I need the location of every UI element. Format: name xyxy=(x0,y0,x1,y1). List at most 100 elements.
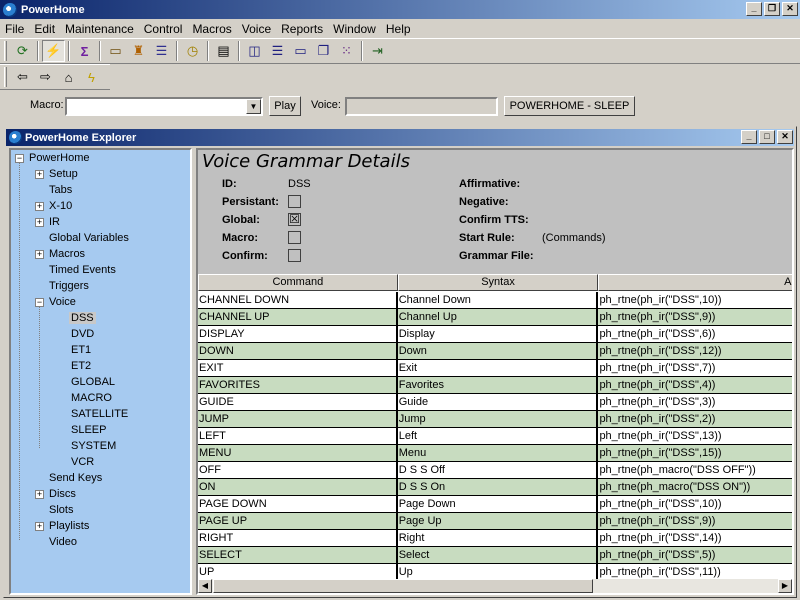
header-syntax[interactable]: Syntax xyxy=(397,274,599,291)
tree-item-playlists[interactable]: + Playlists xyxy=(35,518,89,534)
tree-item-et2[interactable]: ET2 xyxy=(71,358,91,374)
window-icon[interactable]: ▭ xyxy=(289,40,312,62)
tree-item-discs[interactable]: + Discs xyxy=(35,486,76,502)
macro-combo[interactable]: ▼ xyxy=(65,97,263,116)
menu-control[interactable]: Control xyxy=(139,22,188,36)
tree-item-triggers[interactable]: Triggers xyxy=(35,278,89,294)
table-row[interactable]: CHANNEL UP Channel Up ph_rtne(ph_ir("DSS",… xyxy=(198,309,792,326)
status-button[interactable]: POWERHOME - SLEEP xyxy=(504,96,635,116)
syntax-cell[interactable]: Left xyxy=(397,428,599,444)
id-value[interactable]: DSS xyxy=(288,178,311,190)
table-row[interactable]: ON D S S On ph_rtne(ph_macro("DSS ON")) xyxy=(198,479,792,496)
action-cell[interactable]: ph_rtne(ph_ir("DSS",5)) xyxy=(598,547,792,563)
tree-item-system[interactable]: SYSTEM xyxy=(71,438,116,454)
command-cell[interactable]: PAGE DOWN xyxy=(198,496,398,512)
execute-icon[interactable]: ⚡ xyxy=(42,40,65,62)
expand-icon[interactable]: + xyxy=(35,169,44,179)
tree-item-global-variables[interactable]: Global Variables xyxy=(35,230,129,246)
powerhome-app-icon[interactable] xyxy=(3,2,17,17)
scroll-thumb[interactable] xyxy=(213,579,593,593)
collapse-icon[interactable]: − xyxy=(35,297,44,307)
clock-icon[interactable]: ◷ xyxy=(181,40,204,62)
tree-item-dss[interactable]: DSS xyxy=(69,310,96,326)
voice-field[interactable] xyxy=(345,97,498,116)
action-cell[interactable]: ph_rtne(ph_macro("DSS ON")) xyxy=(598,479,792,495)
table-row[interactable]: CHANNEL DOWN Channel Down ph_rtne(ph_ir("D… xyxy=(198,292,792,309)
table-row[interactable]: PAGE UP Page Up ph_rtne(ph_ir("DSS",9)) xyxy=(198,513,792,530)
tree-item-send-keys[interactable]: Send Keys xyxy=(35,470,102,486)
action-cell[interactable]: ph_rtne(ph_ir("DSS",4)) xyxy=(598,377,792,393)
syntax-cell[interactable]: Channel Down xyxy=(397,292,599,308)
tree-item-macros[interactable]: + Macros xyxy=(35,246,85,262)
menu-edit[interactable]: Edit xyxy=(29,22,60,36)
tree-item-vcr[interactable]: VCR xyxy=(71,454,94,470)
restore-button[interactable]: ❐ xyxy=(764,2,780,16)
explorer-maximize-button[interactable]: □ xyxy=(759,130,775,144)
tree-item-x10[interactable]: + X-10 xyxy=(35,198,72,214)
cascade-icon[interactable]: ❐ xyxy=(312,40,335,62)
toolbar-grip[interactable] xyxy=(4,67,7,87)
action-cell[interactable]: ph_rtne(ph_ir("DSS",15)) xyxy=(598,445,792,461)
command-cell[interactable]: LEFT xyxy=(198,428,398,444)
syntax-cell[interactable]: Favorites xyxy=(397,377,599,393)
menu-help[interactable]: Help xyxy=(381,22,416,36)
table-row[interactable]: GUIDE Guide ph_rtne(ph_ir("DSS",3)) xyxy=(198,394,792,411)
command-cell[interactable]: RIGHT xyxy=(198,530,398,546)
command-cell[interactable]: GUIDE xyxy=(198,394,398,410)
syntax-cell[interactable]: Up xyxy=(397,564,599,579)
tree-item-et1[interactable]: ET1 xyxy=(71,342,91,358)
horizontal-scrollbar[interactable]: ◀ ▶ xyxy=(198,579,792,593)
menu-voice[interactable]: Voice xyxy=(237,22,276,36)
explorer-tree[interactable]: − PowerHome + Setup Tabs + X-10 + IR Glo… xyxy=(9,148,192,595)
table-row[interactable]: DISPLAY Display ph_rtne(ph_ir("DSS",6)) xyxy=(198,326,792,343)
tree-item-sleep[interactable]: SLEEP xyxy=(71,422,106,438)
play-button[interactable]: Play xyxy=(269,96,301,116)
expand-icon[interactable]: + xyxy=(35,201,44,211)
scroll-left-icon[interactable]: ◀ xyxy=(198,579,212,593)
command-cell[interactable]: ON xyxy=(198,479,398,495)
table-row[interactable]: LEFT Left ph_rtne(ph_ir("DSS",13)) xyxy=(198,428,792,445)
menu-maintenance[interactable]: Maintenance xyxy=(60,22,139,36)
tile-horizontal-icon[interactable]: ☰ xyxy=(266,40,289,62)
command-cell[interactable]: MENU xyxy=(198,445,398,461)
command-cell[interactable]: DOWN xyxy=(198,343,398,359)
persistant-checkbox[interactable] xyxy=(288,195,301,208)
back-arrow-icon[interactable]: ⇦ xyxy=(11,66,34,88)
arrange-icon[interactable]: ⁙ xyxy=(335,40,358,62)
syntax-cell[interactable]: D S S Off xyxy=(397,462,599,478)
syntax-cell[interactable]: Channel Up xyxy=(397,309,599,325)
explorer-minimize-button[interactable]: _ xyxy=(741,130,757,144)
syntax-cell[interactable]: Exit xyxy=(397,360,599,376)
action-cell[interactable]: ph_rtne(ph_ir("DSS",6)) xyxy=(598,326,792,342)
action-cell[interactable]: ph_rtne(ph_ir("DSS",3)) xyxy=(598,394,792,410)
explorer-app-icon[interactable] xyxy=(9,131,22,144)
action-cell[interactable]: ph_rtne(ph_ir("DSS",2)) xyxy=(598,411,792,427)
tree-item-video[interactable]: Video xyxy=(35,534,77,550)
chevron-down-icon[interactable]: ▼ xyxy=(246,99,261,114)
collapse-icon[interactable]: − xyxy=(15,153,24,163)
command-cell[interactable]: UP xyxy=(198,564,398,579)
table-row[interactable]: EXIT Exit ph_rtne(ph_ir("DSS",7)) xyxy=(198,360,792,377)
syntax-cell[interactable]: D S S On xyxy=(397,479,599,495)
command-cell[interactable]: JUMP xyxy=(198,411,398,427)
tree-item-satellite[interactable]: SATELLITE xyxy=(71,406,128,422)
expand-icon[interactable]: + xyxy=(35,521,44,531)
table-row[interactable]: DOWN Down ph_rtne(ph_ir("DSS",12)) xyxy=(198,343,792,360)
action-cell[interactable]: ph_rtne(ph_ir("DSS",13)) xyxy=(598,428,792,444)
action-cell[interactable]: ph_rtne(ph_macro("DSS OFF")) xyxy=(598,462,792,478)
toolbar-grip[interactable] xyxy=(4,41,7,61)
action-cell[interactable]: ph_rtne(ph_ir("DSS",10)) xyxy=(598,292,792,308)
table-row[interactable]: MENU Menu ph_rtne(ph_ir("DSS",15)) xyxy=(198,445,792,462)
confirm-checkbox[interactable] xyxy=(288,249,301,262)
explorer-close-button[interactable]: ✕ xyxy=(777,130,793,144)
header-action[interactable]: Ac xyxy=(598,274,792,291)
action-cell[interactable]: ph_rtne(ph_ir("DSS",9)) xyxy=(598,309,792,325)
syntax-cell[interactable]: Jump xyxy=(397,411,599,427)
syntax-cell[interactable]: Page Up xyxy=(397,513,599,529)
table-row[interactable]: FAVORITES Favorites ph_rtne(ph_ir("DSS",4)… xyxy=(198,377,792,394)
people-icon[interactable]: ♜ xyxy=(127,40,150,62)
action-cell[interactable]: ph_rtne(ph_ir("DSS",12)) xyxy=(598,343,792,359)
tile-vertical-icon[interactable]: ◫ xyxy=(243,40,266,62)
tree-item-voice[interactable]: − Voice xyxy=(35,294,76,310)
syntax-cell[interactable]: Guide xyxy=(397,394,599,410)
